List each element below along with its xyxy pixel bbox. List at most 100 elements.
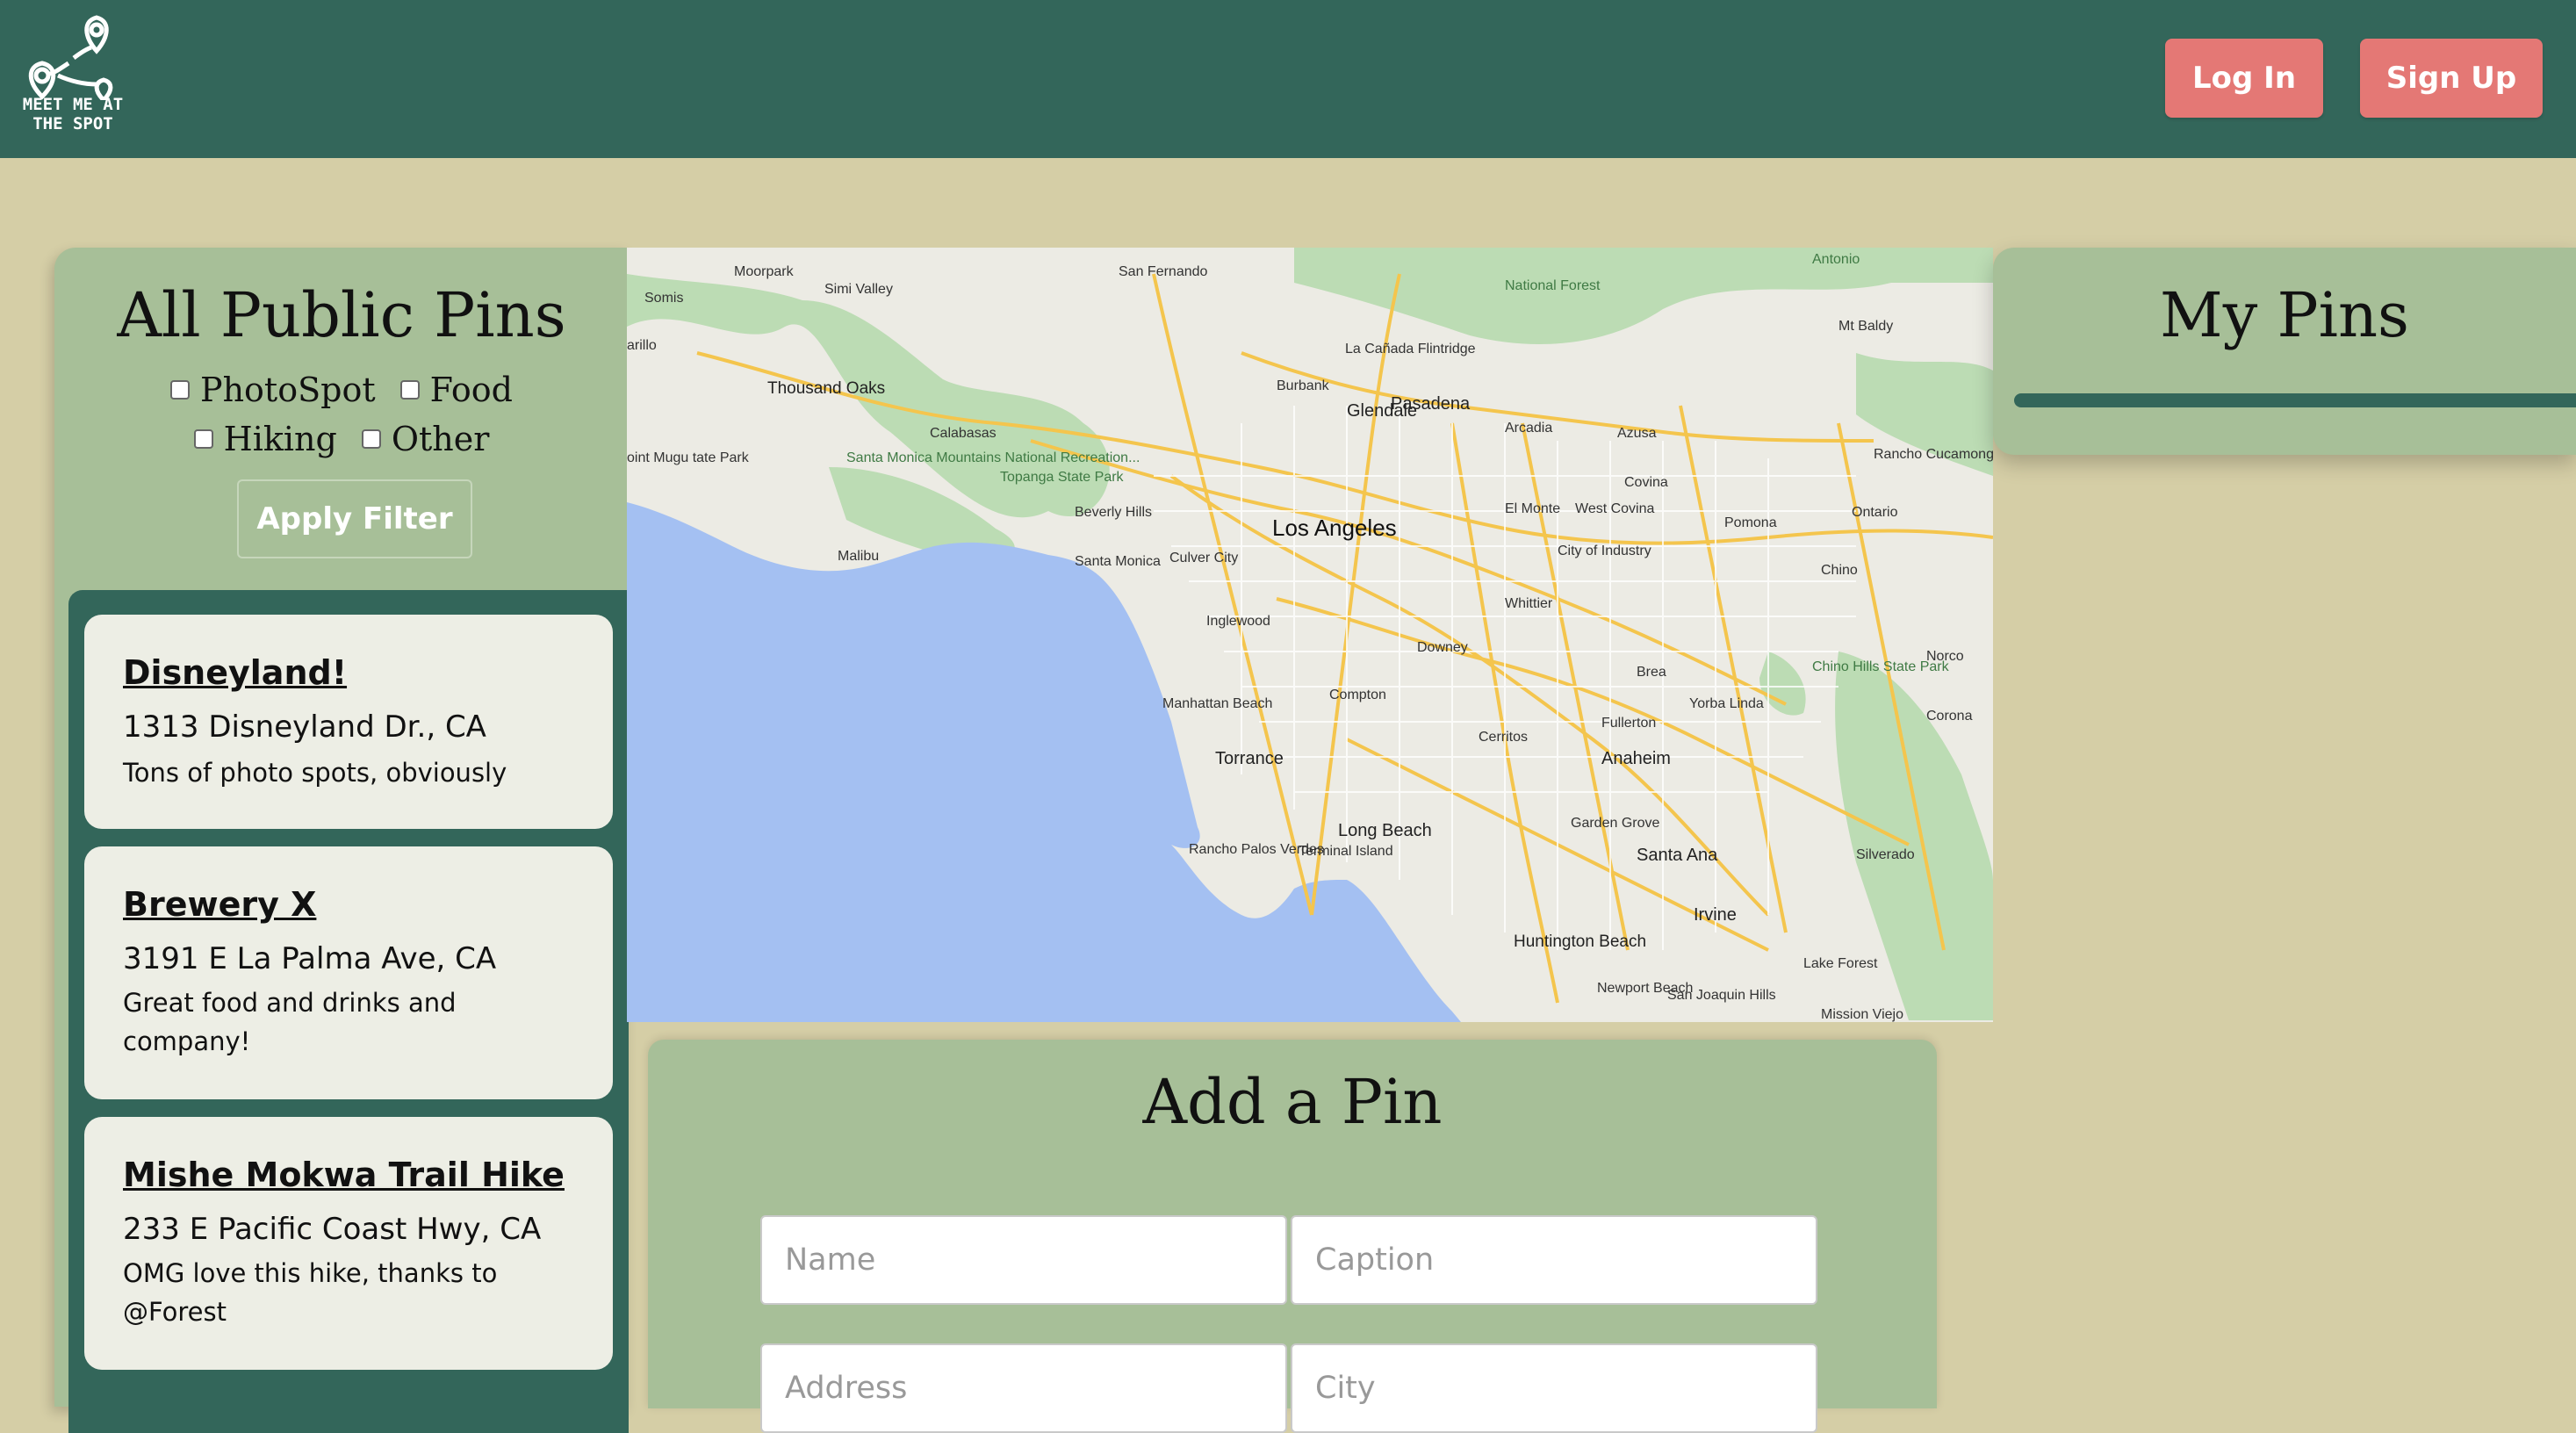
svg-text:Irvine: Irvine (1694, 905, 1737, 925)
address-input[interactable]: Address (760, 1343, 1287, 1433)
svg-text:Santa Monica Mountains Nationa: Santa Monica Mountains National Recreati… (846, 450, 1140, 465)
svg-text:San Fernando: San Fernando (1119, 264, 1208, 279)
other-label: Other (391, 420, 490, 458)
svg-text:Terminal Island: Terminal Island (1299, 844, 1393, 859)
svg-text:Pomona: Pomona (1724, 515, 1777, 530)
food-checkbox[interactable] (399, 380, 420, 400)
svg-text:Corona: Corona (1926, 709, 1973, 724)
top-nav-bar: MEET ME AT THE SPOT Log In Sign Up (0, 0, 2576, 158)
svg-text:Santa Monica: Santa Monica (1075, 554, 1161, 569)
svg-text:Somis: Somis (644, 291, 683, 306)
pin-address: 233 E Pacific Coast Hwy, CA (123, 1212, 542, 1247)
login-button[interactable]: Log In (2165, 39, 2323, 118)
food-label: Food (429, 371, 513, 409)
logo-text-line1: MEET ME AT (22, 95, 124, 114)
hiking-label: Hiking (223, 420, 337, 458)
pin-title-link[interactable]: Disneyland! (123, 653, 347, 692)
svg-text:Cerritos: Cerritos (1479, 730, 1528, 745)
svg-text:Anaheim: Anaheim (1601, 749, 1671, 768)
svg-text:Downey: Downey (1417, 640, 1468, 655)
filter-food[interactable]: Food (399, 371, 513, 409)
my-pins-divider (2014, 393, 2576, 407)
svg-text:Culver City: Culver City (1169, 551, 1238, 565)
pin-address: 3191 E La Palma Ave, CA (123, 941, 497, 976)
signup-button[interactable]: Sign Up (2360, 39, 2543, 118)
city-input[interactable]: City (1291, 1343, 1817, 1433)
pin-card[interactable]: Disneyland! 1313 Disneyland Dr., CA Tons… (84, 615, 613, 829)
svg-text:Antonio: Antonio (1812, 252, 1860, 267)
svg-text:Thousand Oaks: Thousand Oaks (767, 379, 885, 398)
svg-text:Simi Valley: Simi Valley (824, 282, 893, 297)
app-logo[interactable]: MEET ME AT THE SPOT (16, 12, 130, 142)
logo-text: MEET ME AT THE SPOT (16, 95, 130, 133)
svg-text:oint Mugu tate Park: oint Mugu tate Park (627, 450, 750, 465)
pin-title-link[interactable]: Brewery X (123, 885, 316, 924)
svg-text:Whittier: Whittier (1505, 596, 1553, 611)
pin-card[interactable]: Mishe Mokwa Trail Hike 233 E Pacific Coa… (84, 1117, 613, 1370)
apply-filter-button[interactable]: Apply Filter (237, 479, 472, 558)
my-pins-panel: My Pins (1993, 248, 2576, 455)
pin-list[interactable]: Disneyland! 1313 Disneyland Dr., CA Tons… (68, 590, 629, 1433)
hiking-checkbox[interactable] (193, 429, 213, 449)
public-pins-panel: All Public Pins PhotoSpot Food Hiking Ot… (54, 248, 629, 1433)
add-pin-panel: Add a Pin Name Caption Address City (648, 1040, 1937, 1433)
svg-text:Ontario: Ontario (1852, 505, 1898, 520)
svg-text:Santa Ana: Santa Ana (1637, 846, 1718, 865)
svg-text:Los Angeles: Los Angeles (1272, 515, 1397, 541)
svg-text:Inglewood: Inglewood (1206, 614, 1270, 629)
svg-text:Mission Viejo: Mission Viejo (1821, 1007, 1903, 1022)
pin-address: 1313 Disneyland Dr., CA (123, 709, 486, 745)
svg-text:El Monte: El Monte (1505, 501, 1560, 516)
svg-text:Rancho Cucamonga: Rancho Cucamonga (1874, 447, 1993, 462)
svg-text:Topanga State Park: Topanga State Park (1000, 470, 1125, 485)
svg-text:La Cañada Flintridge: La Cañada Flintridge (1345, 342, 1476, 356)
caption-input[interactable]: Caption (1291, 1215, 1817, 1305)
logo-text-line2: THE SPOT (32, 114, 113, 133)
photospot-label: PhotoSpot (200, 371, 376, 409)
filter-other[interactable]: Other (361, 420, 490, 458)
svg-text:Beverly Hills: Beverly Hills (1075, 505, 1152, 520)
other-checkbox[interactable] (361, 429, 381, 449)
pin-caption: Great food and drinks and company! (123, 988, 457, 1056)
svg-text:Torrance: Torrance (1215, 749, 1284, 768)
pin-caption: OMG love this hike, thanks to @Forest (123, 1258, 498, 1327)
svg-text:Malibu: Malibu (838, 549, 879, 564)
svg-text:Calabasas: Calabasas (930, 426, 997, 441)
photospot-checkbox[interactable] (170, 380, 191, 400)
add-pin-title: Add a Pin (1142, 1066, 1443, 1138)
filter-photospot[interactable]: PhotoSpot (170, 371, 376, 409)
svg-text:Mt Baldy: Mt Baldy (1838, 319, 1893, 334)
public-pins-title: All Public Pins (117, 279, 566, 351)
my-pins-title: My Pins (2160, 279, 2409, 351)
svg-text:Brea: Brea (1637, 665, 1666, 680)
svg-text:Long Beach: Long Beach (1338, 821, 1432, 840)
svg-text:Lake Forest: Lake Forest (1803, 956, 1878, 971)
name-input[interactable]: Name (760, 1215, 1287, 1305)
pin-card[interactable]: Brewery X 3191 E La Palma Ave, CA Great … (84, 846, 613, 1099)
svg-text:Moorpark: Moorpark (734, 264, 795, 279)
svg-text:Garden Grove: Garden Grove (1571, 816, 1659, 831)
svg-text:Yorba Linda: Yorba Linda (1689, 696, 1764, 711)
pin-title-link[interactable]: Mishe Mokwa Trail Hike (123, 1156, 565, 1194)
svg-text:Manhattan Beach: Manhattan Beach (1162, 696, 1272, 711)
svg-text:Azusa: Azusa (1617, 426, 1657, 441)
pin-caption: Tons of photo spots, obviously (123, 758, 507, 788)
svg-text:National Forest: National Forest (1505, 278, 1601, 293)
svg-text:Chino: Chino (1821, 563, 1858, 578)
map-canvas[interactable]: San Fernando Simi Valley Moorpark Somis … (627, 248, 1993, 1022)
map-view[interactable]: San Fernando Simi Valley Moorpark Somis … (627, 248, 1993, 1022)
svg-text:arillo: arillo (627, 338, 657, 353)
svg-text:Huntington Beach: Huntington Beach (1514, 933, 1646, 951)
svg-text:City of Industry: City of Industry (1558, 544, 1651, 558)
svg-text:Burbank: Burbank (1277, 378, 1330, 393)
svg-text:Compton: Compton (1329, 688, 1386, 702)
location-pin-route-icon (28, 15, 113, 104)
svg-text:West Covina: West Covina (1575, 501, 1655, 516)
filter-group: PhotoSpot Food Hiking Other (54, 365, 629, 464)
svg-text:Norco: Norco (1926, 649, 1964, 664)
filter-hiking[interactable]: Hiking (193, 420, 337, 458)
svg-text:San Joaquin Hills: San Joaquin Hills (1667, 988, 1776, 1003)
svg-text:Fullerton: Fullerton (1601, 716, 1656, 731)
svg-text:Pasadena: Pasadena (1391, 394, 1471, 414)
svg-text:Silverado: Silverado (1856, 847, 1915, 862)
